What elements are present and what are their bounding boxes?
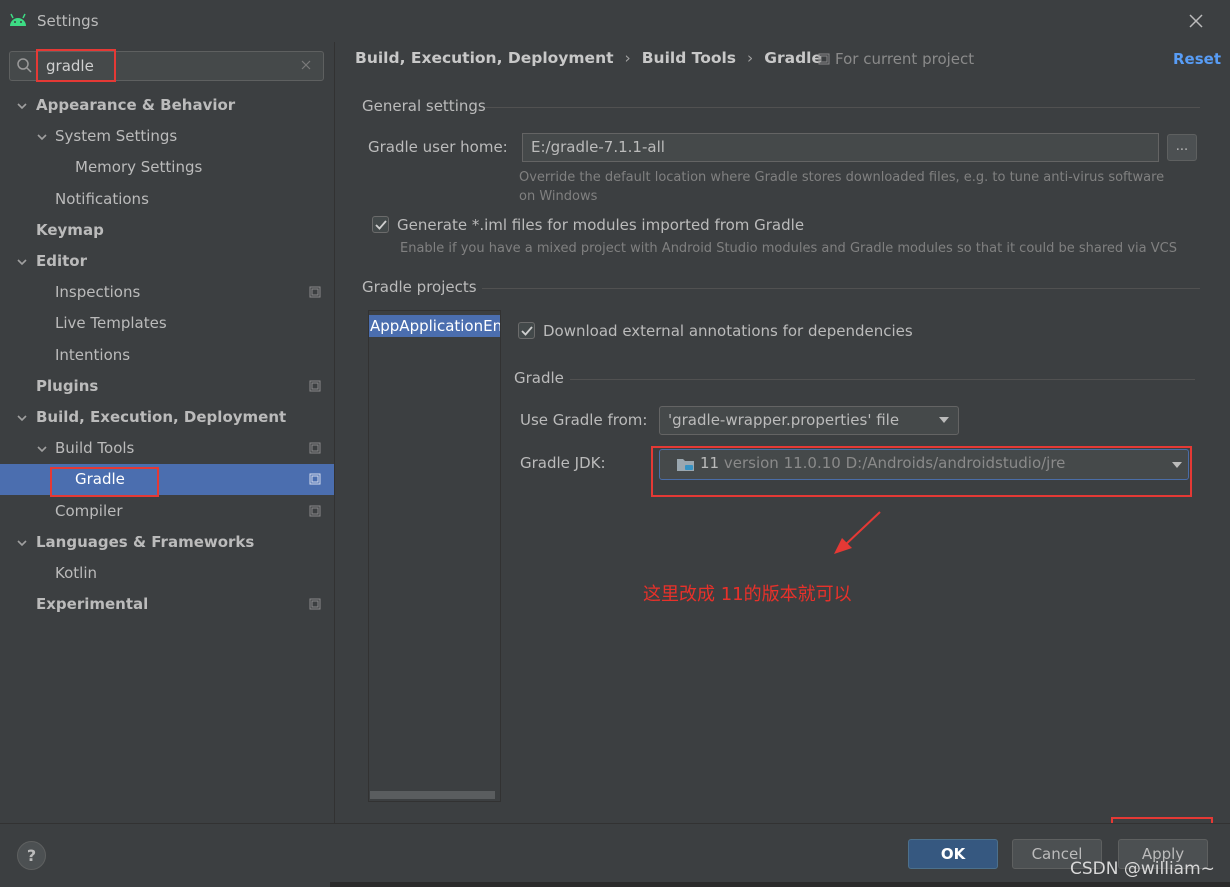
search-icon — [17, 58, 32, 73]
tree-node[interactable]: Memory Settings — [0, 152, 334, 183]
close-icon[interactable] — [1187, 12, 1205, 30]
reset-link[interactable]: Reset — [1173, 50, 1221, 68]
chevron-down-icon[interactable] — [16, 537, 28, 549]
chevron-down-icon — [939, 417, 949, 423]
project-level-icon — [309, 598, 321, 610]
tree-node[interactable]: System Settings — [0, 121, 334, 152]
download-annotations-checkbox[interactable] — [518, 322, 535, 339]
gradle-subsection-title: Gradle — [514, 369, 564, 387]
gradle-user-home-label: Gradle user home: — [368, 138, 508, 156]
tree-node[interactable]: Intentions — [0, 340, 334, 371]
title-bar: Settings — [0, 0, 1230, 42]
tree-node-label: Plugins — [36, 376, 99, 395]
use-gradle-from-value: 'gradle-wrapper.properties' file — [668, 411, 900, 429]
jdk-highlight-box — [651, 446, 1192, 497]
tree-node-label: Build, Execution, Deployment — [36, 408, 287, 426]
project-level-icon — [309, 442, 321, 454]
breadcrumb-separator-icon: › — [747, 49, 754, 67]
use-gradle-from-select[interactable]: 'gradle-wrapper.properties' file — [659, 406, 959, 435]
tree-node[interactable]: Inspections — [0, 277, 334, 308]
breadcrumb-item[interactable]: Build, Execution, Deployment — [355, 49, 614, 67]
tree-node[interactable]: Notifications — [0, 184, 334, 215]
settings-sidebar: gradle Appearance & Behavior System Setti… — [0, 42, 334, 823]
window-title: Settings — [37, 12, 99, 30]
tree-node-label: Kotlin — [55, 564, 97, 582]
general-settings-title: General settings — [362, 97, 486, 115]
tree-node[interactable]: Live Templates — [0, 308, 334, 339]
chevron-down-icon[interactable] — [36, 443, 48, 455]
breadcrumb-item: Gradle — [764, 49, 822, 67]
section-divider — [482, 288, 1200, 289]
gradle-user-home-input[interactable]: E:/gradle-7.1.1-all — [522, 133, 1159, 162]
tree-node-label: Notifications — [55, 189, 149, 208]
gradle-jdk-label: Gradle JDK: — [520, 454, 606, 472]
tree-node-label: Compiler — [55, 501, 123, 520]
project-level-icon — [309, 286, 321, 298]
generate-iml-hint: Enable if you have a mixed project with … — [400, 241, 1177, 256]
annotation-text: 这里改成 11的版本就可以 — [643, 584, 852, 605]
project-level-icon — [309, 505, 321, 517]
tree-node[interactable]: Build, Execution, Deployment — [0, 402, 334, 433]
gradle-item-highlight-box — [50, 467, 159, 497]
tree-node-label: Appearance & Behavior — [36, 96, 236, 114]
checkmark-icon — [375, 220, 387, 230]
project-level-icon — [309, 380, 321, 392]
tree-node-label: System Settings — [55, 127, 178, 146]
annotation-arrow-icon — [834, 511, 881, 554]
tree-node[interactable]: Appearance & Behavior — [0, 90, 334, 121]
gradle-projects-list: AppApplicationEn — [368, 310, 501, 802]
tree-node-label: Intentions — [55, 345, 131, 364]
gradle-user-home-hint: Override the default location where Grad… — [519, 170, 1165, 204]
tree-node-label: Memory Settings — [75, 158, 203, 177]
tree-node[interactable]: Compiler — [0, 496, 334, 527]
android-logo-icon — [10, 13, 26, 26]
section-divider — [570, 379, 1195, 380]
gradle-projects-title: Gradle projects — [362, 278, 477, 296]
tree-node[interactable]: Build Tools — [0, 433, 334, 464]
tree-node-label: Languages & Frameworks — [36, 532, 255, 551]
tree-node[interactable]: Keymap — [0, 215, 334, 246]
tree-node-label: Experimental — [36, 595, 149, 614]
breadcrumb-separator-icon: › — [624, 49, 631, 67]
chevron-down-icon[interactable] — [16, 256, 28, 268]
for-current-project: For current project — [818, 50, 974, 68]
project-list-item[interactable]: AppApplicationEn — [369, 315, 500, 337]
tree-node-label: Editor — [36, 252, 87, 270]
chevron-down-icon[interactable] — [16, 412, 28, 424]
watermark-text: CSDN @william~ — [1070, 859, 1215, 879]
breadcrumb: Build, Execution, Deployment › Build Tools… — [355, 49, 822, 67]
project-level-icon — [309, 473, 321, 485]
section-divider — [485, 107, 1200, 108]
tree-node[interactable]: Languages & Frameworks — [0, 527, 334, 558]
tree-node-label: Live Templates — [55, 314, 167, 333]
generate-iml-label: Generate *.iml files for modules importe… — [397, 216, 805, 234]
download-annotations-label: Download external annotations for depend… — [543, 322, 913, 340]
tree-node-label: Inspections — [55, 283, 141, 302]
chevron-down-icon[interactable] — [16, 100, 28, 112]
clear-search-icon[interactable] — [299, 58, 313, 72]
breadcrumb-item[interactable]: Build Tools — [642, 49, 736, 67]
tree-node[interactable]: Experimental — [0, 589, 334, 620]
use-gradle-from-label: Use Gradle from: — [520, 411, 648, 429]
tree-node[interactable]: Kotlin — [0, 558, 334, 589]
checkmark-icon — [521, 326, 533, 336]
settings-content: Build, Execution, Deployment › Build Tools… — [335, 42, 1230, 823]
ok-button[interactable]: OK — [908, 839, 998, 869]
footer-strip — [330, 882, 1230, 887]
tree-node-label: Build Tools — [55, 439, 135, 458]
tree-node-label: Keymap — [36, 220, 104, 239]
tree-node[interactable]: Plugins — [0, 371, 334, 402]
generate-iml-checkbox[interactable] — [372, 216, 389, 233]
search-highlight-box — [36, 49, 116, 82]
tree-node[interactable]: Editor — [0, 246, 334, 277]
chevron-down-icon[interactable] — [36, 131, 48, 143]
browse-button[interactable]: ... — [1167, 134, 1197, 161]
project-scope-icon — [818, 53, 830, 65]
for-current-project-label: For current project — [835, 50, 975, 68]
horizontal-scrollbar[interactable] — [370, 791, 495, 799]
help-button[interactable]: ? — [17, 841, 46, 870]
dialog-footer: ? OK Cancel Apply CSDN @william~ — [0, 823, 1230, 887]
